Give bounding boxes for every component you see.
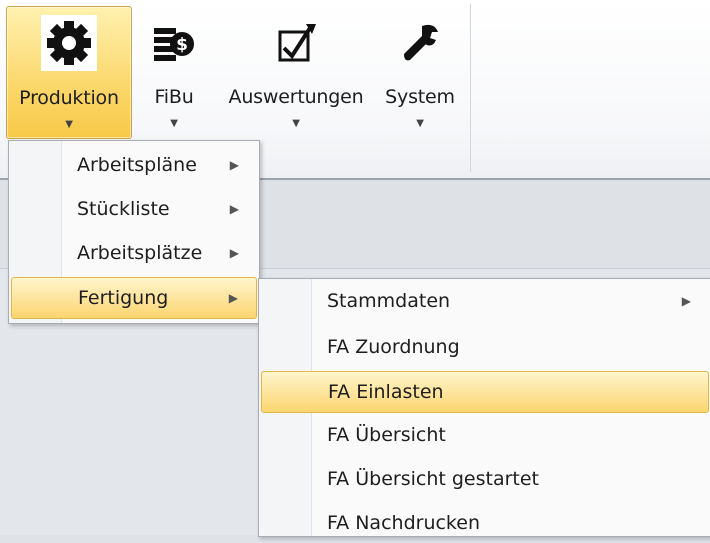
menu-item-fa-uebersicht-gestartet[interactable]: FA Übersicht gestartet: [261, 459, 709, 499]
produktion-menu: Arbeitspläne ▶ Stückliste ▶ Arbeitsplätz…: [8, 140, 260, 324]
menu-item-fa-einlasten[interactable]: FA Einlasten: [261, 371, 709, 413]
menu-item-arbeitsplaetze[interactable]: Arbeitsplätze ▶: [11, 233, 257, 273]
menu-item-arbeitsplaene[interactable]: Arbeitspläne ▶: [11, 145, 257, 185]
gear-icon: [41, 15, 97, 71]
chevron-down-icon: ▼: [170, 118, 178, 129]
menu-item-label: FA Nachdrucken: [327, 512, 480, 534]
auswertungen-label: Auswertungen: [228, 86, 364, 108]
submenu-arrow-icon: ▶: [229, 158, 239, 172]
menu-item-label: Stückliste: [77, 198, 170, 220]
produktion-ribbon-button[interactable]: Produktion ▼: [6, 6, 132, 139]
produktion-label: Produktion: [19, 87, 119, 109]
menu-item-fa-zuordnung[interactable]: FA Zuordnung: [261, 327, 709, 367]
menu-item-fertigung[interactable]: Fertigung ▶: [11, 277, 257, 319]
submenu-arrow-icon: ▶: [228, 291, 238, 305]
menu-item-label: Fertigung: [78, 287, 169, 309]
checkbox-chart-icon: [278, 24, 316, 62]
submenu-arrow-icon: ▶: [229, 202, 239, 216]
wrench-icon: [404, 24, 438, 61]
auswertungen-ribbon-button[interactable]: Auswertungen ▼: [220, 6, 372, 137]
chevron-down-icon: ▼: [416, 118, 424, 129]
menu-item-label: FA Zuordnung: [327, 336, 460, 358]
menu-item-stammdaten[interactable]: Stammdaten ▶: [261, 281, 709, 321]
submenu-arrow-icon: ▶: [681, 294, 691, 308]
chevron-down-icon: ▼: [292, 118, 300, 129]
money-stack-icon: $: [154, 28, 194, 61]
ribbon-separator: [470, 4, 471, 172]
fibu-ribbon-button[interactable]: $ FiBu ▼: [148, 6, 200, 137]
chevron-down-icon: ▼: [65, 119, 73, 130]
menu-item-label: FA Einlasten: [328, 381, 444, 403]
menu-item-label: Arbeitspläne: [77, 154, 197, 176]
svg-text:$: $: [176, 35, 188, 55]
system-ribbon-button[interactable]: System ▼: [382, 6, 458, 137]
menu-item-label: FA Übersicht: [327, 424, 446, 446]
menu-item-label: Arbeitsplätze: [77, 242, 203, 264]
menu-item-fa-nachdrucken[interactable]: FA Nachdrucken: [261, 503, 709, 543]
menu-item-label: Stammdaten: [327, 290, 451, 312]
system-label: System: [385, 86, 455, 108]
fibu-label: FiBu: [154, 86, 194, 108]
menu-item-stueckliste[interactable]: Stückliste ▶: [11, 189, 257, 229]
submenu-arrow-icon: ▶: [229, 246, 239, 260]
fertigung-submenu: Stammdaten ▶ FA Zuordnung FA Einlasten F…: [258, 278, 710, 537]
menu-item-label: FA Übersicht gestartet: [327, 468, 539, 490]
menu-item-fa-uebersicht[interactable]: FA Übersicht: [261, 415, 709, 455]
